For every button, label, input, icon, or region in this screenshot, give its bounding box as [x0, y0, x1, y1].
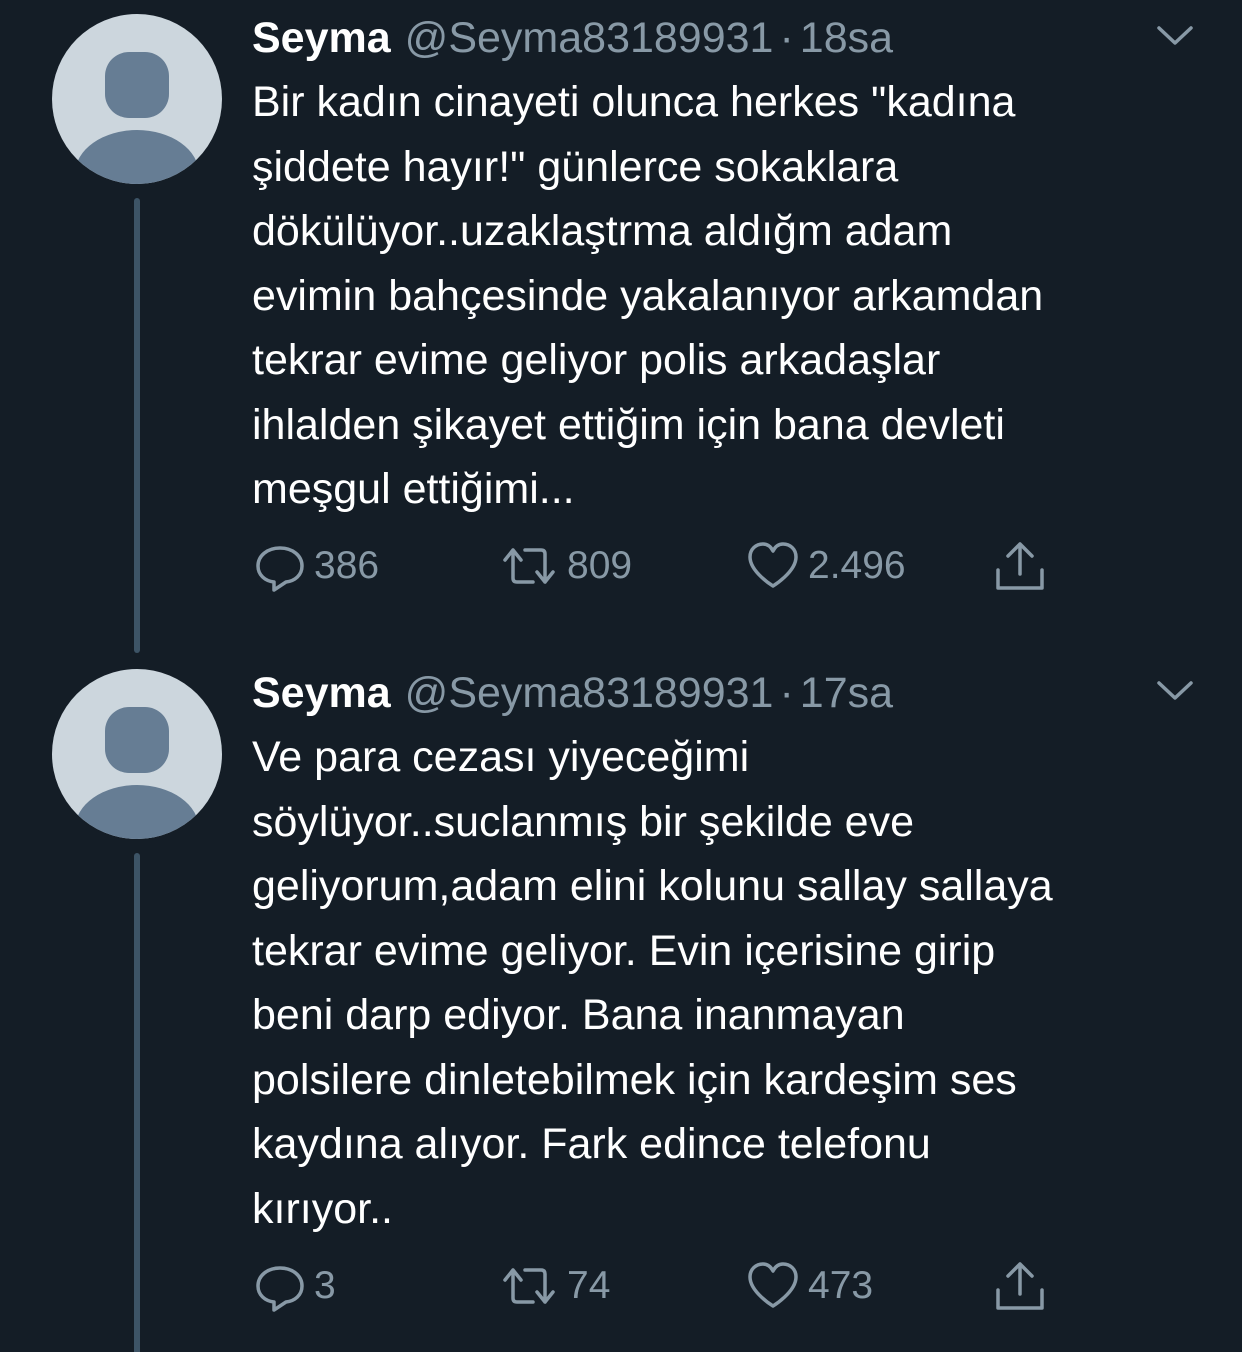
share-button[interactable] [990, 538, 1050, 594]
display-name[interactable]: Seyma [252, 14, 391, 62]
like-button[interactable]: 473 [744, 1258, 873, 1314]
reply-button[interactable]: 3 [252, 1258, 336, 1314]
avatar-placeholder-icon [75, 52, 199, 184]
reply-count: 386 [314, 544, 380, 587]
retweet-count: 809 [567, 544, 633, 587]
avatar-placeholder-icon [75, 707, 199, 839]
thread-line [134, 853, 140, 1352]
user-handle[interactable]: @Seyma83189931 [405, 14, 774, 62]
reply-button[interactable]: 386 [252, 538, 379, 594]
retweet-button[interactable]: 809 [497, 538, 632, 594]
tweet[interactable]: Seyma @Seyma83189931 · 17sa Ve para cezası … [0, 655, 1242, 1352]
chevron-down-icon[interactable] [1155, 677, 1195, 705]
reply-count: 3 [314, 1264, 336, 1307]
reply-icon [256, 546, 304, 592]
separator-dot: · [779, 669, 794, 717]
retweet-button[interactable]: 74 [497, 1258, 610, 1314]
share-icon [996, 542, 1044, 590]
share-icon [996, 1262, 1044, 1310]
tweet-header: Seyma @Seyma83189931 · 17sa [252, 665, 893, 721]
like-icon [748, 1262, 798, 1308]
avatar[interactable] [52, 669, 222, 839]
chevron-down-icon[interactable] [1155, 22, 1195, 50]
tweet-text: Ve para cezası yiyeceğimi söylüyor..sucl… [252, 733, 1053, 1233]
share-button[interactable] [990, 1258, 1050, 1314]
retweet-icon [503, 548, 555, 584]
tweet-actions: 3 74 473 [252, 1258, 1072, 1314]
tweet-thread: Seyma @Seyma83189931 · 18sa Bir kadın cinay… [0, 0, 1242, 1352]
like-count: 473 [808, 1264, 874, 1307]
user-handle[interactable]: @Seyma83189931 [405, 669, 774, 717]
tweet[interactable]: Seyma @Seyma83189931 · 18sa Bir kadın cinay… [0, 0, 1242, 660]
display-name[interactable]: Seyma [252, 669, 391, 717]
retweet-count: 74 [567, 1264, 611, 1307]
avatar[interactable] [52, 14, 222, 184]
like-count: 2.496 [808, 544, 906, 587]
tweet-text: Bir kadın cinayeti olunca herkes "kadına… [252, 78, 1044, 513]
separator-dot: · [779, 14, 794, 62]
thread-line [134, 198, 140, 653]
reply-icon [256, 1266, 304, 1312]
tweet-actions: 386 809 2.496 [252, 538, 1072, 594]
timestamp[interactable]: 17sa [800, 669, 893, 717]
like-button[interactable]: 2.496 [744, 538, 906, 594]
tweet-header: Seyma @Seyma83189931 · 18sa [252, 10, 893, 66]
retweet-icon [503, 1268, 555, 1304]
like-icon [748, 542, 798, 588]
timestamp[interactable]: 18sa [800, 14, 893, 62]
